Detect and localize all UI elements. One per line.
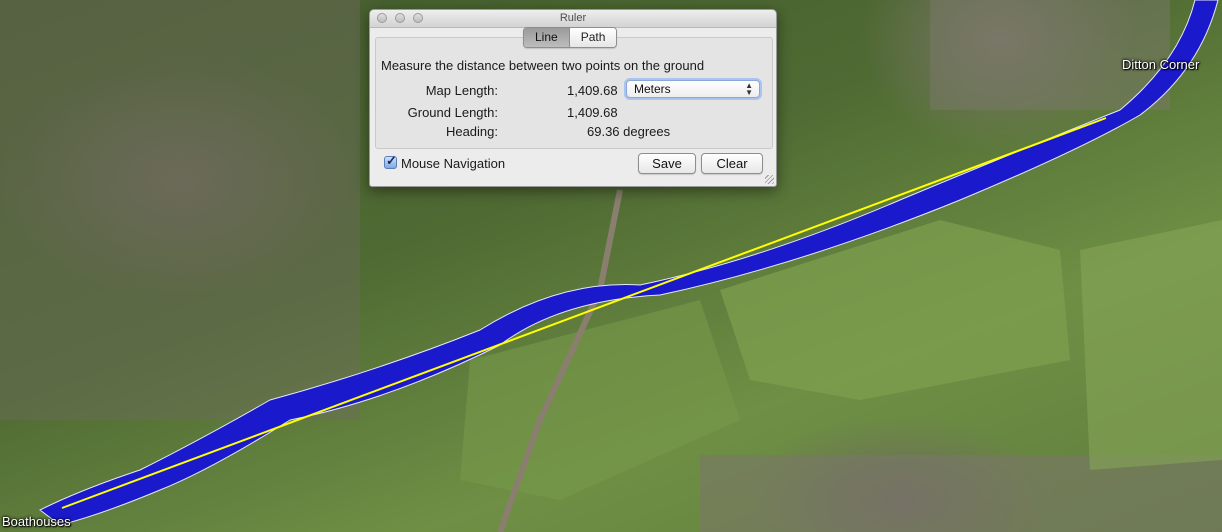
meadow-field: [720, 220, 1070, 400]
ground-length-value: 1,409.68: [567, 105, 618, 120]
map-length-label: Map Length:: [425, 83, 498, 98]
clear-button[interactable]: Clear: [701, 153, 763, 174]
tab-line[interactable]: Line: [524, 28, 569, 47]
common-field: [1080, 220, 1222, 470]
heading-label: Heading:: [445, 124, 498, 139]
mode-segmented-control: Line Path: [523, 27, 618, 48]
save-button[interactable]: Save: [638, 153, 696, 174]
mouse-navigation-label[interactable]: Mouse Navigation: [401, 156, 505, 171]
units-selected-value: Meters: [634, 82, 671, 96]
place-label-boathouses: Boathouses: [2, 514, 71, 529]
resize-grip-icon[interactable]: [765, 175, 774, 184]
ruler-description: Measure the distance between two points …: [381, 58, 705, 73]
ground-length-label: Ground Length:: [407, 105, 498, 120]
window-title: Ruler: [559, 12, 587, 24]
ruler-window: Ruler Line Path Measure the distance bet…: [369, 9, 777, 187]
checkmark-icon: ✓: [386, 153, 397, 168]
heading-value: 69.36 degrees: [587, 124, 671, 139]
ruler-titlebar[interactable]: Ruler: [370, 10, 776, 28]
urban-area-northeast: [930, 0, 1170, 110]
tab-path[interactable]: Path: [568, 28, 617, 47]
mouse-navigation-checkbox[interactable]: ✓: [384, 153, 397, 169]
units-dropdown[interactable]: Meters ▲ ▼: [626, 80, 760, 98]
urban-area-south: [700, 455, 1222, 532]
map-length-value: 1,409.68: [567, 83, 618, 98]
urban-area-west: [0, 0, 360, 420]
updown-arrows-icon: ▲ ▼: [745, 81, 753, 97]
place-label-ditton-corner: Ditton Corner: [1122, 57, 1200, 72]
